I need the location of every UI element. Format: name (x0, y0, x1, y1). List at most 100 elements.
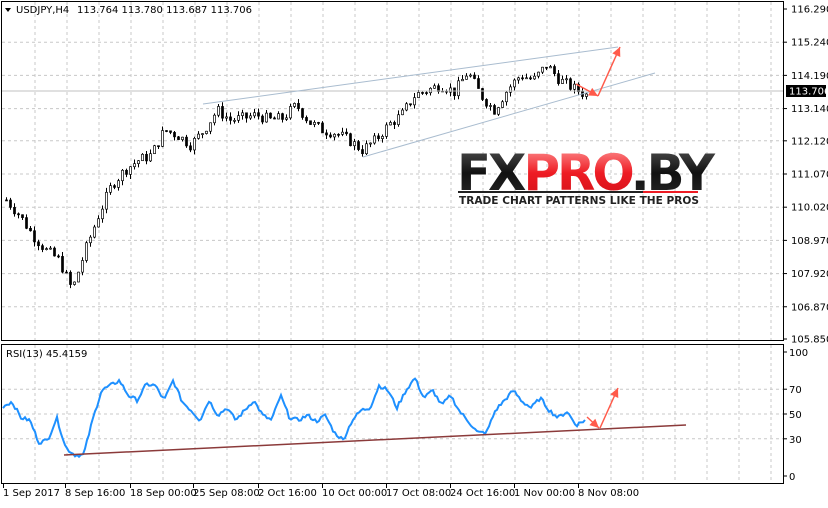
candle-body (129, 166, 132, 175)
candle-body (13, 207, 16, 215)
candle-body (413, 97, 416, 106)
candle-body (145, 153, 148, 162)
price-axis: 116.290 115.240 114.190 113.140 112.120 111.0… (783, 5, 828, 346)
candle-body (189, 145, 192, 151)
candle-body (265, 112, 268, 123)
candle-body (289, 106, 292, 119)
candle-body (545, 66, 548, 69)
candle-body (321, 122, 324, 134)
candle-body (177, 136, 180, 140)
y-tick-label: 113.140 (791, 104, 828, 115)
candle-body (249, 115, 252, 119)
candle-body (381, 136, 384, 139)
candle-body (245, 112, 248, 119)
candle-body (185, 136, 188, 147)
candle-body (285, 117, 288, 120)
candle-body (269, 112, 272, 119)
candle-body (357, 141, 360, 150)
candle-body (461, 79, 464, 82)
candle-body (585, 93, 588, 97)
y-tick-label: 108.970 (791, 236, 828, 247)
candle-body (453, 87, 456, 97)
candle-body (237, 115, 240, 121)
candle-body (85, 242, 88, 261)
candle-body (501, 101, 504, 108)
candle-body (541, 66, 544, 73)
candle-body (405, 103, 408, 111)
candle-body (213, 114, 216, 124)
candle-body (481, 88, 484, 100)
candle-body (17, 213, 20, 216)
candle-body (53, 247, 56, 257)
candle-body (49, 247, 52, 250)
candle-body (345, 131, 348, 135)
candle-body (529, 77, 532, 80)
candle-body (497, 107, 500, 115)
candle-body (465, 75, 468, 80)
candle-body (61, 256, 64, 273)
candle-body (141, 153, 144, 162)
candle-body (433, 85, 436, 89)
candle-body (401, 109, 404, 116)
candle-body (425, 92, 428, 94)
y-tick-label: 112.120 (791, 136, 828, 147)
candle-body (221, 106, 224, 119)
candle-body (153, 145, 156, 155)
dropdown-triangle-icon[interactable] (5, 8, 11, 12)
candle-body (361, 149, 364, 155)
candle-body (561, 78, 564, 84)
candle-body (117, 180, 120, 188)
candle-body (449, 87, 452, 93)
candle-body (109, 185, 112, 193)
candle-body (201, 133, 204, 135)
candle-body (5, 199, 8, 202)
candle-body (93, 226, 96, 238)
candle-body (45, 248, 48, 250)
y-tick-label: 115.240 (791, 38, 828, 49)
candle-body (373, 135, 376, 144)
candle-body (241, 112, 244, 116)
candle-body (217, 106, 220, 116)
candle-body (389, 122, 392, 126)
y-tick-label: 107.920 (791, 269, 828, 280)
rsi-tick-label: 100 (789, 348, 808, 359)
candle-body (165, 130, 168, 132)
candle-body (33, 230, 36, 243)
candle-body (557, 73, 560, 84)
y-tick-label: 106.870 (791, 302, 828, 313)
rsi-tick-label: 50 (789, 410, 802, 421)
candle-body (29, 227, 32, 232)
candle-body (369, 142, 372, 145)
rsi-series (2, 377, 586, 459)
y-tick-label: 111.070 (791, 170, 828, 181)
x-tick-label: 18 Sep 00:00 (130, 488, 197, 499)
symbol-header: USDJPY,H4 113.764 113.780 113.687 113.70… (5, 5, 252, 16)
x-tick-label: 1 Nov 00:00 (514, 488, 575, 499)
candle-body (393, 122, 396, 125)
candle-body (57, 255, 60, 258)
candle-body (89, 236, 92, 244)
rsi-grid (2, 345, 783, 483)
candle-body (329, 134, 332, 138)
candle-body (485, 99, 488, 107)
candle-body (493, 105, 496, 115)
candle-body (353, 141, 356, 147)
rsi-trend-line (63, 424, 687, 456)
current-price-label: 113.706 (789, 87, 828, 98)
candle-body (313, 122, 316, 125)
candle-body (409, 103, 412, 106)
candle-body (417, 92, 420, 98)
rsi-line (2, 377, 586, 459)
candle-body (209, 122, 212, 132)
candle-body (517, 77, 520, 81)
candle-body (569, 78, 572, 90)
rsi-tick-label: 30 (789, 435, 802, 446)
x-tick-label: 24 Oct 16:00 (450, 488, 515, 499)
candle-body (69, 271, 72, 285)
candle-body (317, 122, 320, 124)
candle-body (513, 79, 516, 88)
candle-body (257, 112, 260, 117)
ohlc-label: 113.764 113.780 113.687 113.706 (77, 5, 252, 16)
candle-body (121, 169, 124, 182)
candle-body (309, 120, 312, 125)
